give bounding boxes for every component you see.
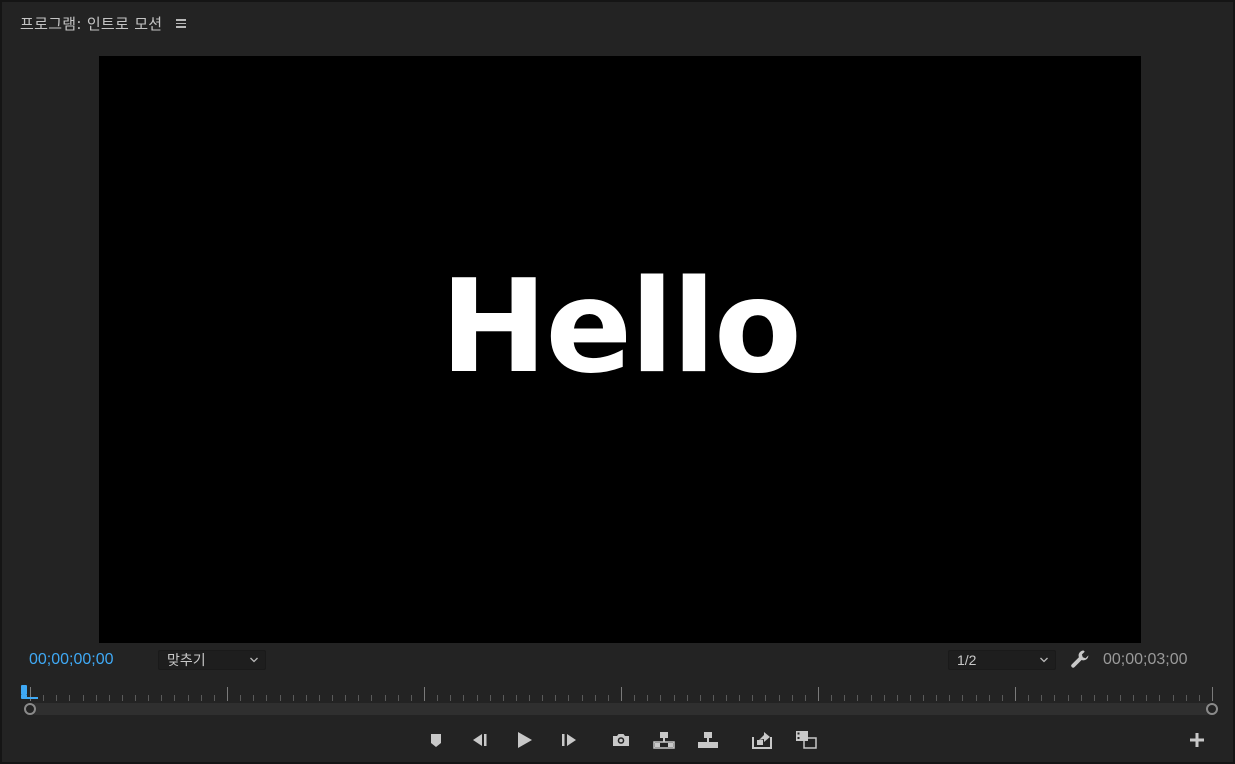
- zoom-level-value: 맞추기: [167, 652, 206, 668]
- zoom-level-select[interactable]: 맞추기: [158, 650, 266, 670]
- chevron-down-icon: [1040, 657, 1048, 663]
- step-forward-button[interactable]: [557, 728, 581, 752]
- chevron-down-icon: [250, 657, 258, 663]
- play-button[interactable]: [512, 728, 536, 752]
- zoom-scrollbar-left-handle[interactable]: [24, 703, 36, 715]
- step-forward-icon: [562, 734, 576, 746]
- comparison-view-button[interactable]: [794, 728, 818, 752]
- insert-icon: [752, 732, 772, 749]
- play-icon: [518, 732, 532, 748]
- comparison-view-icon: [796, 731, 817, 749]
- insert-button[interactable]: [750, 728, 774, 752]
- wrench-icon[interactable]: [1069, 648, 1091, 670]
- button-editor-button[interactable]: [1185, 728, 1209, 752]
- extract-button[interactable]: [696, 728, 720, 752]
- extract-icon: [698, 732, 718, 748]
- add-marker-button[interactable]: [424, 728, 448, 752]
- plus-icon: [1190, 733, 1204, 747]
- lift-icon: [653, 732, 675, 749]
- program-monitor-panel: 프로그램: 인트로 모션 Hello 00;00;00;00 맞추기 1/2 0…: [0, 0, 1235, 764]
- step-back-button[interactable]: [468, 728, 492, 752]
- playhead-marker[interactable]: [20, 685, 40, 703]
- zoom-scrollbar-right-handle[interactable]: [1206, 703, 1218, 715]
- lift-button[interactable]: [652, 728, 676, 752]
- current-timecode[interactable]: 00;00;00;00: [29, 649, 114, 671]
- duration-timecode: 00;00;03;00: [1103, 651, 1188, 668]
- program-viewer[interactable]: Hello: [99, 56, 1141, 643]
- playback-resolution-select[interactable]: 1/2: [948, 650, 1056, 670]
- time-ruler[interactable]: [30, 686, 1214, 702]
- timeline-zoom-scrollbar[interactable]: [30, 703, 1212, 715]
- panel-menu-icon[interactable]: [174, 17, 188, 29]
- viewer-frame-text: Hello: [440, 253, 802, 402]
- panel-header: 프로그램: 인트로 모션: [20, 10, 188, 36]
- transport-controls: [2, 728, 1235, 752]
- playback-resolution-value: 1/2: [957, 652, 977, 668]
- step-back-icon: [473, 734, 487, 746]
- marker-icon: [431, 734, 441, 747]
- camera-icon: [613, 734, 629, 746]
- time-ruler-ticks: [30, 687, 1213, 701]
- panel-title: 프로그램: 인트로 모션: [20, 14, 163, 33]
- export-frame-button[interactable]: [609, 728, 633, 752]
